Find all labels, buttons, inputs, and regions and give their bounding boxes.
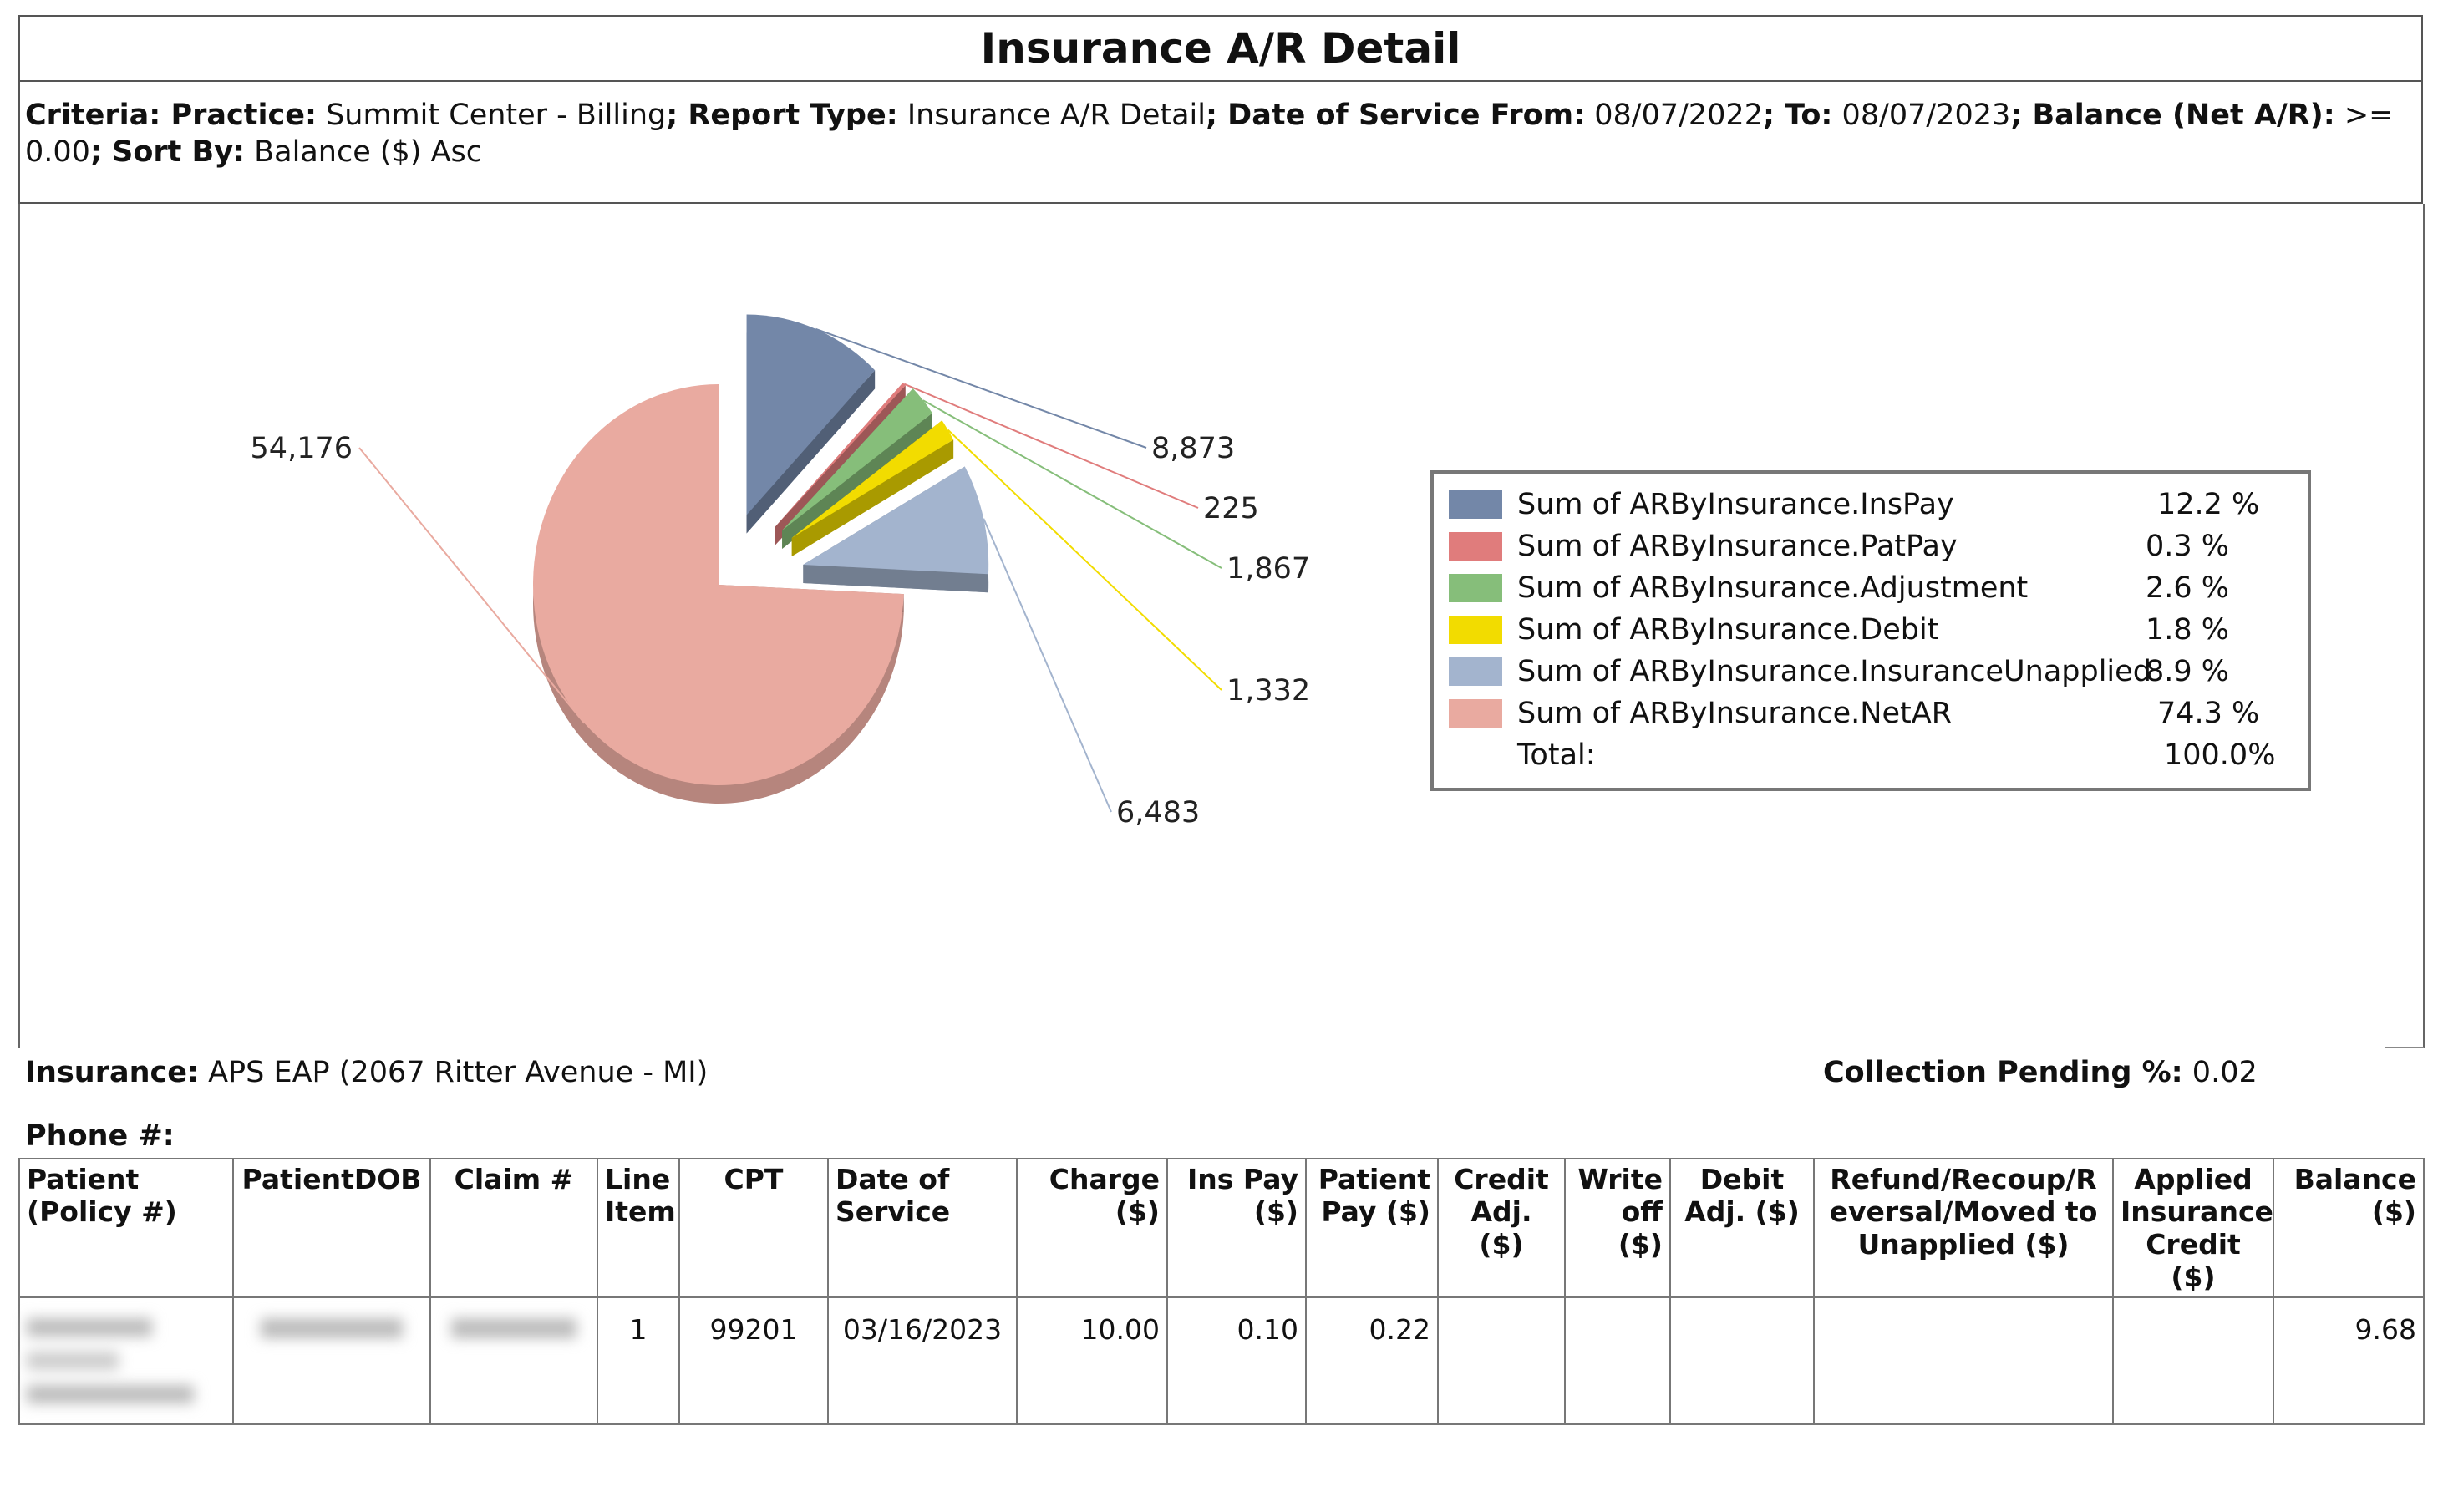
- collection-pending-label: Collection Pending %:: [1823, 1056, 2183, 1089]
- legend-item: Sum of ARByInsurance.InsuranceUnapplied: [1449, 655, 2151, 688]
- legend-label: Sum of ARByInsurance.InsPay: [1517, 488, 1954, 521]
- legend-label: Sum of ARByInsurance.InsuranceUnapplied: [1517, 655, 2151, 688]
- pie-leader-line: [947, 429, 1222, 691]
- legend-item: Sum of ARByInsurance.InsPay: [1449, 488, 1954, 521]
- collection-pending: Collection Pending %: 0.02: [1823, 1056, 2258, 1089]
- pie-data-label: 6,483: [1116, 796, 1200, 830]
- legend-label: Sum of ARByInsurance.Debit: [1517, 613, 1939, 647]
- phone-label: Phone #:: [25, 1119, 175, 1153]
- phone-line: Phone #:: [25, 1119, 175, 1153]
- legend-percent: 0.3 %: [2146, 530, 2230, 563]
- pie-data-label: 54,176: [251, 432, 353, 465]
- col-header-patient[interactable]: Patient (Policy #): [18, 1158, 234, 1298]
- insurance-value: APS EAP (2067 Ritter Avenue - MI): [198, 1056, 709, 1089]
- col-header-refund[interactable]: Refund/Recoup/Reversal/Moved to Unapplie…: [1813, 1158, 2114, 1298]
- legend-percent: 74.3 %: [2157, 697, 2260, 730]
- cell-cpt: 99201: [678, 1296, 829, 1425]
- col-header-applied-credit[interactable]: Applied Insurance Credit ($): [2112, 1158, 2274, 1298]
- legend-label: Sum of ARByInsurance.PatPay: [1517, 530, 1958, 563]
- legend-item: Sum of ARByInsurance.Adjustment: [1449, 571, 2028, 605]
- criteria-balance-label: ; Balance (Net A/R):: [2010, 99, 2335, 132]
- criteria-to-value: 08/07/2023: [1832, 99, 2011, 132]
- legend-label: Sum of ARByInsurance.Adjustment: [1517, 571, 2029, 605]
- col-header-debit-adj[interactable]: Debit Adj. ($): [1669, 1158, 1815, 1298]
- pie-data-label: 225: [1203, 492, 1259, 525]
- pie-leader-line: [983, 518, 1112, 813]
- legend-item: Sum of ARByInsurance.NetAR: [1449, 697, 1952, 730]
- cell-patient-pay: 0.22: [1305, 1296, 1439, 1425]
- cell-credit-adj: [1437, 1296, 1566, 1425]
- criteria-to-label: ; To:: [1762, 99, 1833, 132]
- legend-label: Sum of ARByInsurance.NetAR: [1517, 697, 1953, 730]
- legend-total-percent: 100.0%: [2164, 738, 2276, 772]
- col-header-cpt[interactable]: CPT: [678, 1158, 829, 1298]
- cell-applied-credit: [2112, 1296, 2274, 1425]
- cell-claim: [429, 1296, 598, 1425]
- legend-item: Sum of ARByInsurance.PatPay: [1449, 530, 1958, 563]
- legend-percent: 8.9 %: [2146, 655, 2230, 688]
- cell-write-off: [1564, 1296, 1671, 1425]
- divider: [2385, 1047, 2424, 1048]
- chart-legend: Sum of ARByInsurance.InsPay 12.2 % Sum of …: [1430, 470, 2311, 791]
- col-header-charge[interactable]: Charge ($): [1016, 1158, 1168, 1298]
- legend-percent: 2.6 %: [2146, 571, 2230, 605]
- criteria-dos-from-value: 08/07/2022: [1585, 99, 1763, 132]
- redacted-claim: [438, 1318, 590, 1338]
- insurance-label: Insurance:: [25, 1056, 199, 1089]
- cell-balance: 9.68: [2273, 1296, 2425, 1425]
- collection-pending-value: 0.02: [2182, 1056, 2258, 1089]
- col-header-ins-pay[interactable]: Ins Pay ($): [1166, 1158, 1307, 1298]
- col-header-patient-pay[interactable]: Patient Pay ($): [1305, 1158, 1439, 1298]
- cell-charge: 10.00: [1016, 1296, 1168, 1425]
- legend-swatch: [1449, 657, 1502, 686]
- legend-swatch: [1449, 699, 1502, 728]
- legend-swatch: [1449, 616, 1502, 644]
- pie-data-label: 8,873: [1151, 432, 1235, 465]
- cell-patient-dob: [232, 1296, 431, 1425]
- ar-detail-table: Patient (Policy #) PatientDOB Claim # Li…: [18, 1158, 2425, 1425]
- table-row[interactable]: 1 99201 03/16/2023 10.00 0.10 0.22 9.68: [18, 1296, 2425, 1425]
- col-header-line-item[interactable]: Line Item: [597, 1158, 680, 1298]
- redacted-patient: [27, 1318, 226, 1403]
- legend-total-row: Total:: [1449, 738, 1596, 772]
- legend-swatch: [1449, 574, 1502, 602]
- col-header-date-of-service[interactable]: Date of Service: [827, 1158, 1018, 1298]
- pie-data-label: 1,332: [1227, 674, 1310, 708]
- cell-debit-adj: [1669, 1296, 1815, 1425]
- pie-chart: 8,873 225 1,867 1,332 6,483 54,176: [251, 314, 1310, 830]
- cell-patient: [18, 1296, 234, 1425]
- col-header-balance[interactable]: Balance ($): [2273, 1158, 2425, 1298]
- legend-item: Sum of ARByInsurance.Debit: [1449, 613, 1938, 647]
- col-header-claim[interactable]: Claim #: [429, 1158, 598, 1298]
- col-header-credit-adj[interactable]: Credit Adj. ($): [1437, 1158, 1566, 1298]
- col-header-patient-dob[interactable]: PatientDOB: [232, 1158, 431, 1298]
- cell-ins-pay: 0.10: [1166, 1296, 1307, 1425]
- cell-refund: [1813, 1296, 2114, 1425]
- col-header-write-off[interactable]: Write off ($): [1564, 1158, 1671, 1298]
- pie-data-label: 1,867: [1227, 552, 1310, 586]
- table-header-row: Patient (Policy #) PatientDOB Claim # Li…: [18, 1158, 2425, 1298]
- legend-percent: 1.8 %: [2146, 613, 2230, 647]
- redacted-dob: [241, 1318, 423, 1338]
- legend-swatch: [1449, 490, 1502, 519]
- legend-percent: 12.2 %: [2157, 488, 2260, 521]
- cell-line-item: 1: [597, 1296, 680, 1425]
- cell-date-of-service: 03/16/2023: [827, 1296, 1018, 1425]
- legend-swatch: [1449, 532, 1502, 561]
- legend-total-label: Total:: [1517, 738, 1596, 772]
- insurance-line: Insurance: APS EAP (2067 Ritter Avenue -…: [25, 1056, 708, 1089]
